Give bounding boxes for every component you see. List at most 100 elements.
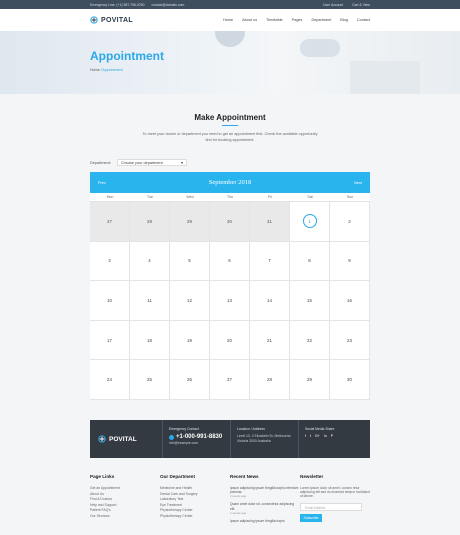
- calendar-day-cell[interactable]: 29: [170, 202, 210, 242]
- calendar-day-number: 20: [227, 337, 232, 343]
- calendar-day-cell[interactable]: 18: [130, 320, 170, 361]
- calendar-day-cell[interactable]: 31: [250, 202, 290, 242]
- main-navigation: POVITAL Home About us Timetable Pages De…: [0, 9, 460, 31]
- prev-month-button[interactable]: Prev: [98, 181, 106, 185]
- twitter-icon[interactable]: t: [310, 434, 311, 438]
- calendar-day-number: 28: [267, 377, 272, 383]
- calendar-day-cell[interactable]: 27: [90, 202, 130, 242]
- calendar-day-cell[interactable]: 10: [90, 281, 130, 321]
- calendar-day-cell[interactable]: 4: [130, 241, 170, 282]
- calendar-day-cell[interactable]: 6: [210, 241, 250, 282]
- social-icons: f t G+ in P: [305, 434, 364, 438]
- contact-strip: POVITAL Emergency Contact +1-000-991-883…: [90, 420, 370, 458]
- calendar-day-cell[interactable]: 25: [130, 360, 170, 400]
- footer-link[interactable]: Physiotherapy Center: [160, 514, 230, 520]
- calendar-day-number: 23: [347, 337, 352, 343]
- nav-item-about[interactable]: About us: [242, 18, 257, 22]
- footer-link[interactable]: Our Services: [90, 514, 160, 520]
- calendar-day-cell[interactable]: 15: [290, 281, 330, 321]
- calendar-day-cell[interactable]: 30: [330, 360, 370, 400]
- contact-email[interactable]: contact@domain.com: [152, 3, 185, 7]
- calendar-day-number: 11: [147, 297, 152, 303]
- calendar-day-cell[interactable]: 23: [330, 320, 370, 361]
- calendar-day-number: 12: [187, 297, 192, 303]
- calendar-day-cell[interactable]: 20: [210, 320, 250, 361]
- linkedin-icon[interactable]: in: [324, 434, 327, 438]
- calendar-day-cell[interactable]: 17: [90, 320, 130, 361]
- calendar-day-cell[interactable]: 8: [290, 241, 330, 282]
- calendar-day-cell[interactable]: 11: [130, 281, 170, 321]
- calendar-day-cell[interactable]: 19: [170, 320, 210, 361]
- section-intro: To meet your doctor or department you ne…: [142, 132, 318, 142]
- social-label: Social Media Share: [305, 427, 335, 431]
- calendar-day-cell[interactable]: 30: [210, 202, 250, 242]
- phone-icon: [169, 434, 174, 440]
- site-logo[interactable]: POVITAL: [90, 16, 133, 24]
- nav-item-blog[interactable]: Blog: [340, 18, 348, 22]
- calendar-day-cell[interactable]: 27: [210, 360, 250, 400]
- calendar-day-cell[interactable]: 28: [250, 360, 290, 400]
- calendar-day-cell[interactable]: 26: [170, 360, 210, 400]
- weekday-label: Thu: [226, 195, 234, 199]
- emergency-phone-text: +1-000-991-8830: [176, 434, 223, 440]
- pinterest-icon[interactable]: P: [331, 434, 333, 438]
- location-label: Location / Address: [237, 427, 265, 431]
- nav-item-pages[interactable]: Pages: [292, 18, 303, 22]
- news-item-title[interactable]: Quam amet dolor sit, consectetur adipisc…: [230, 502, 300, 510]
- calendar-day-cell[interactable]: 12: [170, 281, 210, 321]
- title-underline: [222, 125, 238, 126]
- nav-item-home[interactable]: Home: [223, 18, 233, 22]
- nav-item-contact[interactable]: Contact: [357, 18, 370, 22]
- calendar-day-cell[interactable]: 9: [330, 241, 370, 282]
- footer-columns: Page Links Get an Appointment About Us F…: [90, 474, 370, 523]
- calendar-day-cell[interactable]: 28: [130, 202, 170, 242]
- calendar-day-cell[interactable]: 22: [290, 320, 330, 361]
- calendar-day-cell[interactable]: 5: [170, 241, 210, 282]
- calendar-day-cell[interactable]: 16: [330, 281, 370, 321]
- footer-brand-name: POVITAL: [109, 435, 137, 443]
- calendar-day-cell[interactable]: 2: [330, 202, 370, 242]
- footer-logo[interactable]: POVITAL: [90, 420, 162, 458]
- cart-link[interactable]: Cart & View: [352, 3, 370, 7]
- calendar-day-number: 2: [348, 218, 351, 224]
- footer-page-links: Page Links Get an Appointment About Us F…: [90, 474, 160, 523]
- emergency-phone-number[interactable]: +1-000-991-8830: [169, 434, 224, 440]
- calendar-day-cell[interactable]: 24: [90, 360, 130, 400]
- department-filter: Department: Choose your department ▾: [90, 159, 187, 166]
- user-account-link[interactable]: User Account: [323, 3, 343, 7]
- weekday-label: Tue: [147, 195, 153, 199]
- nav-item-department[interactable]: Department: [311, 18, 331, 22]
- calendar-day-cell[interactable]: 7: [250, 241, 290, 282]
- calendar-day-number: 27: [107, 218, 112, 224]
- nav-item-timetable[interactable]: Timetable: [266, 18, 283, 22]
- contact-email-text[interactable]: info@example.com: [169, 441, 224, 446]
- calendar-day-cell[interactable]: 1: [290, 202, 330, 242]
- banner-decoration: [215, 31, 245, 47]
- news-item-title[interactable]: Ipsum adipiscing ipsum fringilla turpis …: [230, 486, 300, 494]
- calendar-day-cell[interactable]: 29: [290, 360, 330, 400]
- news-item-title[interactable]: Ipsum adipiscing ipsum fringilla turpis: [230, 519, 300, 523]
- news-item-date: 2 weeks ago: [230, 510, 247, 515]
- calendar-day-cell[interactable]: 3: [90, 241, 130, 282]
- facebook-icon[interactable]: f: [305, 434, 306, 438]
- calendar-month-title: September 2018: [208, 179, 252, 186]
- subscribe-button[interactable]: Subscribe: [300, 513, 322, 522]
- newsletter-text: Lorem ipsum dolor sit amet, consec tetur…: [300, 486, 371, 499]
- department-select[interactable]: Choose your department ▾: [116, 159, 187, 166]
- logo-icon: [98, 435, 106, 443]
- breadcrumb: Home / Appointment: [90, 68, 123, 72]
- next-month-button[interactable]: Next: [354, 181, 362, 185]
- google-plus-icon[interactable]: G+: [315, 434, 320, 438]
- nav-menu: Home About us Timetable Pages Department…: [214, 18, 370, 22]
- footer-col-title: Our Department: [160, 474, 195, 479]
- newsletter-email-input[interactable]: Email Address: [300, 502, 362, 511]
- calendar-day-cell[interactable]: 21: [250, 320, 290, 361]
- calendar-day-cell[interactable]: 14: [250, 281, 290, 321]
- appointment-calendar: Prev September 2018 Next Mon Tue Wed Thu…: [90, 172, 370, 400]
- footer-newsletter: Newsletter Lorem ipsum dolor sit amet, c…: [300, 474, 370, 523]
- calendar-day-number: 17: [107, 337, 112, 343]
- calendar-day-cell[interactable]: 13: [210, 281, 250, 321]
- weekday-label: Sat: [307, 195, 313, 199]
- calendar-day-number: 3: [108, 258, 111, 264]
- breadcrumb-home[interactable]: Home: [90, 68, 100, 72]
